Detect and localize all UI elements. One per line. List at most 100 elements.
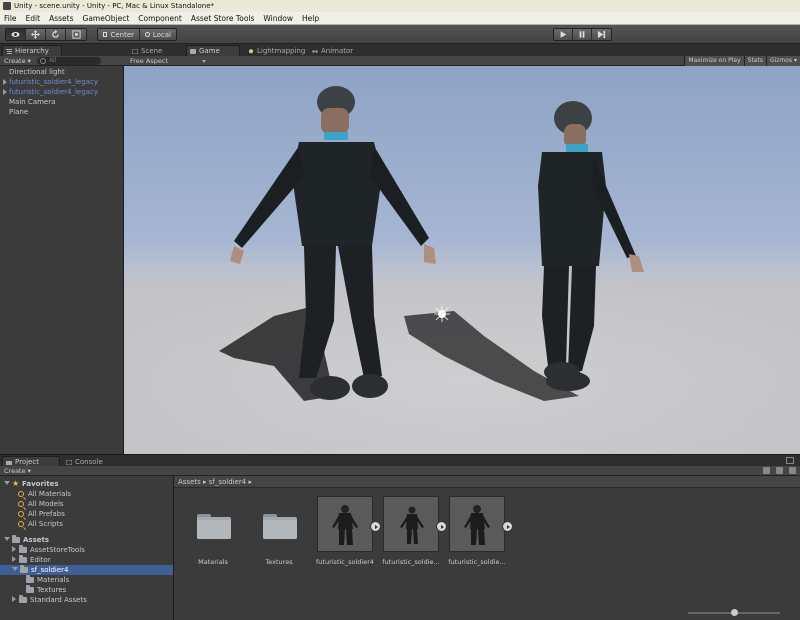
collapse-arrow-icon[interactable] xyxy=(12,556,16,562)
search-by-type-icon[interactable] xyxy=(763,467,770,474)
menu-edit[interactable]: Edit xyxy=(26,14,41,23)
asset-model-soldier-3[interactable]: futuristic_soldie... xyxy=(448,496,513,566)
breadcrumb[interactable]: Assets ▸ sf_soldier4 ▸ xyxy=(174,476,800,488)
play-preview-icon[interactable] xyxy=(370,521,381,532)
search-icon xyxy=(18,511,24,517)
folder-icon xyxy=(20,565,28,573)
pivot-center-button[interactable]: Center xyxy=(98,29,140,40)
pivot-local-button[interactable]: Local xyxy=(140,29,176,40)
menu-help[interactable]: Help xyxy=(302,14,319,23)
model-thumbnail xyxy=(317,496,381,552)
expand-arrow-icon[interactable] xyxy=(4,537,10,541)
search-icon xyxy=(18,521,24,527)
foldout-arrow-icon[interactable] xyxy=(3,89,7,95)
folder-icon xyxy=(26,585,34,593)
rotate-tool-button[interactable] xyxy=(46,29,66,40)
game-viewport[interactable] xyxy=(124,66,800,454)
play-preview-icon[interactable] xyxy=(502,521,513,532)
menu-gameobject[interactable]: GameObject xyxy=(83,14,130,23)
aspect-dropdown[interactable]: Free Aspect xyxy=(130,57,206,65)
move-tool-button[interactable] xyxy=(26,29,46,40)
thumbnail-size-slider[interactable] xyxy=(688,609,780,616)
maximize-on-play-toggle[interactable]: Maximize on Play xyxy=(684,56,744,66)
hierarchy-item-plane[interactable]: Plane xyxy=(0,107,123,117)
search-icon xyxy=(18,501,24,507)
window-title: Unity - scene.unity - Unity - PC, Mac & … xyxy=(14,2,215,10)
hierarchy-create-button[interactable]: Create ▾ xyxy=(4,57,31,65)
favorite-all-models[interactable]: All Models xyxy=(18,499,64,509)
foldout-arrow-icon[interactable] xyxy=(3,79,7,85)
folder-sf-soldier4[interactable]: sf_soldier4 xyxy=(0,565,173,575)
play-icon xyxy=(560,31,567,38)
favorite-all-prefabs[interactable]: All Prefabs xyxy=(18,509,65,519)
asset-folder-textures[interactable]: Textures xyxy=(250,496,308,566)
hierarchy-item-main-camera[interactable]: Main Camera xyxy=(0,97,123,107)
folder-icon xyxy=(19,595,27,603)
hierarchy-list: Directional light futuristic_soldier4_le… xyxy=(0,66,124,454)
hierarchy-search-input[interactable]: All xyxy=(36,56,101,65)
hand-tool-button[interactable] xyxy=(6,29,26,40)
favorite-star-icon[interactable] xyxy=(789,467,796,474)
project-asset-grid: Assets ▸ sf_soldier4 ▸ Materials Texture… xyxy=(174,476,800,620)
asset-folder-materials[interactable]: Materials xyxy=(184,496,242,566)
folder-icon xyxy=(26,575,34,583)
favorites-header[interactable]: ★ Favorites xyxy=(4,479,59,489)
step-button[interactable] xyxy=(592,29,611,40)
game-render xyxy=(124,86,800,454)
folder-materials[interactable]: Materials xyxy=(26,575,69,585)
asset-model-soldier-1[interactable]: futuristic_soldier4 xyxy=(316,496,381,566)
folder-icon xyxy=(185,496,241,552)
tab-hierarchy[interactable]: Hierarchy xyxy=(2,45,62,56)
expand-arrow-icon[interactable] xyxy=(12,567,18,571)
light-gizmo-icon xyxy=(434,306,450,322)
eye-icon xyxy=(11,31,20,38)
expand-arrow-icon[interactable] xyxy=(4,481,10,485)
menu-window[interactable]: Window xyxy=(263,14,293,23)
menu-component[interactable]: Component xyxy=(138,14,182,23)
folder-standard-assets[interactable]: Standard Assets xyxy=(12,595,87,605)
tab-scene[interactable]: Scene xyxy=(128,45,174,56)
asset-model-soldier-2[interactable]: futuristic_soldie... xyxy=(382,496,447,566)
pivot-center-label: Center xyxy=(110,30,134,39)
folder-textures[interactable]: Textures xyxy=(26,585,66,595)
tab-game[interactable]: Game xyxy=(186,45,240,56)
favorite-all-materials[interactable]: All Materials xyxy=(18,489,71,499)
search-by-label-icon[interactable] xyxy=(776,467,783,474)
assets-root[interactable]: Assets xyxy=(4,535,49,545)
folder-icon xyxy=(12,535,20,543)
hierarchy-item-soldier-2[interactable]: futuristic_soldier4_legacy xyxy=(0,87,123,97)
folder-icon xyxy=(6,461,12,465)
game-icon xyxy=(190,49,196,54)
lightbulb-icon xyxy=(249,49,253,54)
star-icon: ★ xyxy=(12,479,20,488)
scale-tool-button[interactable] xyxy=(66,29,86,40)
favorite-all-scripts[interactable]: All Scripts xyxy=(18,519,63,529)
gizmos-dropdown[interactable]: Gizmos ▾ xyxy=(765,56,800,66)
play-preview-icon[interactable] xyxy=(436,521,447,532)
slider-knob[interactable] xyxy=(731,609,738,616)
folder-editor[interactable]: Editor xyxy=(12,555,51,565)
pivot-toggles: Center Local xyxy=(97,28,177,41)
move-icon xyxy=(31,30,40,39)
folder-assetstoretools[interactable]: AssetStoreTools xyxy=(12,545,85,555)
menu-file[interactable]: File xyxy=(4,14,17,23)
hierarchy-toolbar: Create ▾ All xyxy=(0,56,124,66)
collapse-arrow-icon[interactable] xyxy=(12,596,16,602)
collapse-arrow-icon[interactable] xyxy=(12,546,16,552)
pause-button[interactable] xyxy=(573,29,592,40)
folder-icon xyxy=(251,496,307,552)
menu-asset-store-tools[interactable]: Asset Store Tools xyxy=(191,14,255,23)
hierarchy-item-directional-light[interactable]: Directional light xyxy=(0,67,123,77)
project-folder-tree: ★ Favorites All Materials All Models All … xyxy=(0,476,174,620)
stats-toggle[interactable]: Stats xyxy=(743,56,766,66)
project-toolbar: Create ▾ xyxy=(0,466,800,476)
play-button[interactable] xyxy=(554,29,573,40)
transform-tools xyxy=(5,28,87,41)
panel-menu-icon[interactable] xyxy=(786,457,794,464)
menu-bar: File Edit Assets GameObject Component As… xyxy=(0,12,800,25)
tab-lightmapping[interactable]: Lightmapping xyxy=(244,45,306,56)
hierarchy-item-soldier-1[interactable]: futuristic_soldier4_legacy xyxy=(0,77,123,87)
menu-assets[interactable]: Assets xyxy=(49,14,73,23)
project-create-button[interactable]: Create ▾ xyxy=(4,467,31,475)
tab-animator[interactable]: Animator xyxy=(308,45,358,56)
